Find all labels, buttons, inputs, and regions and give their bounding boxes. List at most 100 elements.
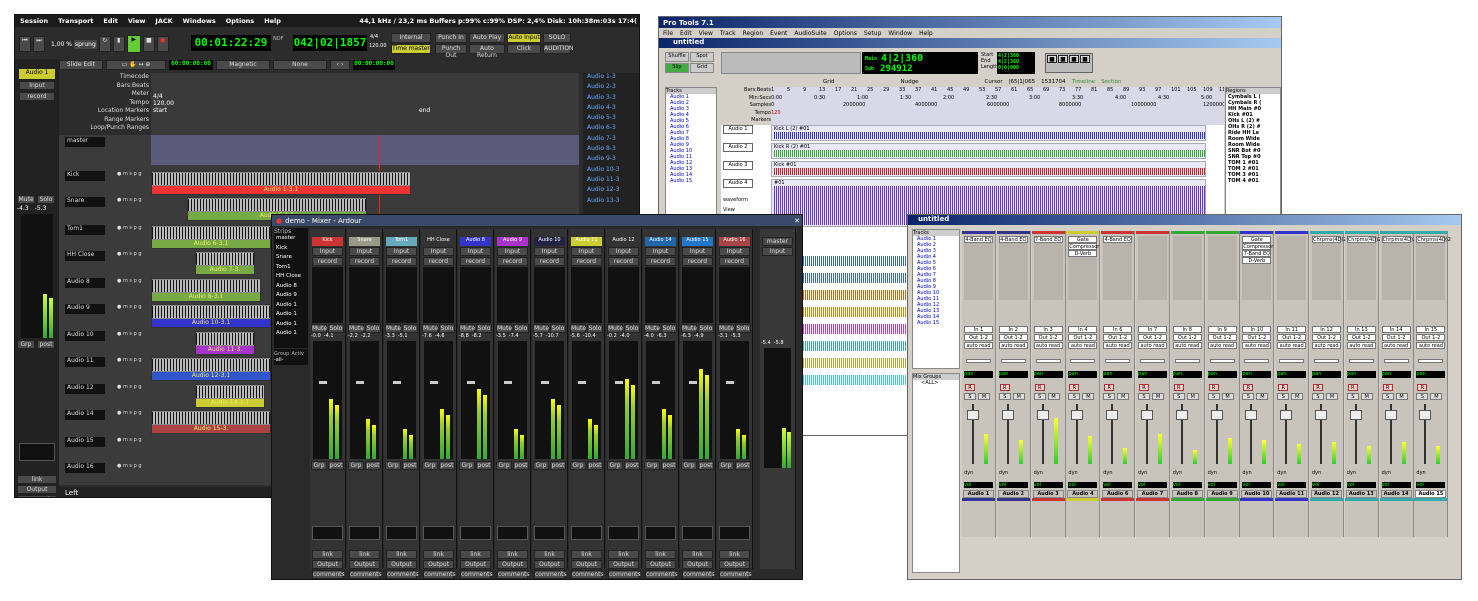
insert-slot[interactable]: 7-Band EQ: [1033, 236, 1063, 243]
fader-cap[interactable]: [1106, 410, 1119, 420]
shuttle-mode[interactable]: sprung: [73, 39, 97, 49]
snap-mode-select[interactable]: Magnetic: [216, 59, 270, 70]
nudge-label[interactable]: Nudge: [901, 79, 919, 85]
insert-slot[interactable]: Compressor: [1242, 243, 1273, 250]
solo-button[interactable]: S: [1346, 393, 1359, 400]
strip-comments[interactable]: comments: [571, 570, 604, 579]
strip-solo[interactable]: Solo: [735, 324, 751, 333]
mute-button[interactable]: M: [1152, 393, 1164, 400]
primary-clock[interactable]: 00:01:22:29: [191, 35, 271, 51]
insert-slot[interactable]: 7-Band EQ: [1242, 250, 1272, 257]
track-name[interactable]: Audio 10: [65, 330, 105, 341]
redirect-box[interactable]: [571, 267, 602, 323]
track-buttons[interactable]: ● m s p g: [117, 171, 147, 191]
strip-fader[interactable]: [313, 341, 342, 459]
strip-solo[interactable]: Solo: [328, 324, 344, 333]
input-selector[interactable]: In 1: [964, 326, 993, 333]
volume-fader[interactable]: [1105, 404, 1130, 464]
strip-list-item[interactable]: Tom1: [274, 264, 308, 274]
redirect-box[interactable]: [460, 267, 491, 323]
strip-comments[interactable]: comments: [312, 570, 345, 579]
strip-solo[interactable]: Solo: [513, 324, 529, 333]
audio-region[interactable]: Audio 7-3.: [195, 251, 255, 275]
menu-item[interactable]: Options: [226, 17, 254, 25]
insert-slot[interactable]: 4-Band EQ: [964, 236, 993, 243]
record-enable-button[interactable]: R: [1173, 384, 1184, 391]
ptmix-channel-name[interactable]: Audio 3: [1032, 490, 1064, 498]
master-input[interactable]: Input: [762, 247, 793, 256]
fader-cap[interactable]: [967, 410, 979, 420]
strip-list-item[interactable]: HH Close: [274, 273, 308, 283]
record-enable-button[interactable]: R: [1139, 384, 1149, 391]
mix-group-all[interactable]: <ALL>: [913, 380, 959, 386]
strip-record[interactable]: record: [349, 257, 380, 266]
fader-knob[interactable]: [578, 381, 586, 384]
strip-record[interactable]: record: [423, 257, 454, 266]
strip-gain[interactable]: -0.2: [607, 333, 617, 339]
nudge-clock[interactable]: 00:00:00:00: [169, 59, 213, 70]
close-icon[interactable]: ✕: [794, 217, 800, 225]
pan-slider[interactable]: [1000, 359, 1026, 363]
strip-comments[interactable]: comments: [460, 570, 493, 579]
strip-comments[interactable]: comments: [608, 570, 641, 579]
region-list-item[interactable]: Audio 8-3: [583, 145, 639, 155]
pan-slider[interactable]: [1383, 359, 1409, 363]
fader-knob[interactable]: [356, 381, 364, 384]
solo-button[interactable]: S: [998, 393, 1011, 400]
volume-fader[interactable]: [1244, 404, 1269, 464]
volume-fader[interactable]: [1070, 404, 1095, 464]
strip-output[interactable]: Output: [497, 560, 528, 569]
mute-button[interactable]: M: [1117, 393, 1130, 400]
sync-select[interactable]: Internal: [391, 33, 431, 43]
strip-input[interactable]: Input: [608, 247, 639, 256]
mute-button[interactable]: M: [1326, 393, 1338, 400]
pt-track-name[interactable]: Audio 1: [723, 125, 753, 134]
solo-button[interactable]: S: [1416, 393, 1429, 400]
fader-cap[interactable]: [1210, 410, 1223, 420]
track-name[interactable]: Kick: [65, 171, 105, 181]
automation-mode[interactable]: auto read: [1416, 342, 1446, 349]
edit-mode-button[interactable]: Slip: [665, 63, 689, 73]
fader-knob[interactable]: [652, 381, 660, 384]
solo-button[interactable]: S: [1207, 393, 1220, 400]
output-selector[interactable]: Out 1-2: [1103, 334, 1133, 341]
record-enable-button[interactable]: R: [1104, 384, 1115, 391]
strip-comments[interactable]: comments: [497, 570, 530, 579]
record-enable-button[interactable]: R: [999, 384, 1010, 391]
track-buttons[interactable]: ● m s p g: [117, 437, 147, 457]
strip-name[interactable]: Audio 11: [571, 237, 602, 246]
region-list-item[interactable]: Audio 5-3: [583, 114, 639, 124]
insert-slots[interactable]: 4-Band EQ: [964, 236, 993, 300]
automation-mode[interactable]: auto read: [1277, 342, 1307, 349]
mute-button[interactable]: M: [1082, 393, 1095, 400]
solo-button[interactable]: S: [1068, 393, 1081, 400]
fader-cap[interactable]: [1245, 410, 1258, 420]
punch-in-button[interactable]: Punch In: [435, 33, 467, 43]
strip-list-item[interactable]: Audio 1: [274, 302, 308, 312]
nudge-clock-2[interactable]: 00:00:00:00: [353, 59, 395, 70]
strip-list-item[interactable]: Kick: [274, 245, 308, 255]
nudge-buttons[interactable]: ‹ ›: [330, 59, 350, 70]
strip-comments[interactable]: comments: [682, 570, 715, 579]
strip-grp[interactable]: Grp: [607, 461, 623, 470]
strip-gain[interactable]: -3.1: [718, 333, 728, 339]
auto-return-button[interactable]: Auto Return: [469, 44, 505, 59]
strip-panner[interactable]: [534, 526, 565, 540]
track-name[interactable]: HH Close: [65, 251, 105, 261]
mute-button[interactable]: M: [1186, 393, 1199, 400]
solo-button[interactable]: S: [1172, 393, 1185, 400]
strip-post[interactable]: post: [550, 461, 566, 470]
grid-label[interactable]: Grid: [823, 79, 835, 85]
strip-output[interactable]: Output: [349, 560, 380, 569]
strip-mute[interactable]: Mute: [422, 324, 438, 333]
menu-item[interactable]: Help: [264, 17, 281, 25]
ptmix-channel-name[interactable]: Audio 8: [1171, 490, 1203, 498]
automation-mode[interactable]: auto read: [998, 342, 1028, 349]
strip-name[interactable]: Audio 14: [645, 237, 676, 246]
strip-gain[interactable]: -4.3: [17, 205, 29, 212]
record-enable-button[interactable]: R: [1278, 384, 1289, 391]
strip-gain[interactable]: -8.8: [459, 333, 469, 339]
ptmix-channel-name[interactable]: Audio 7: [1137, 490, 1168, 498]
strip-gain[interactable]: -4.0: [644, 333, 654, 339]
strip-mute-button[interactable]: Mute: [17, 195, 35, 204]
